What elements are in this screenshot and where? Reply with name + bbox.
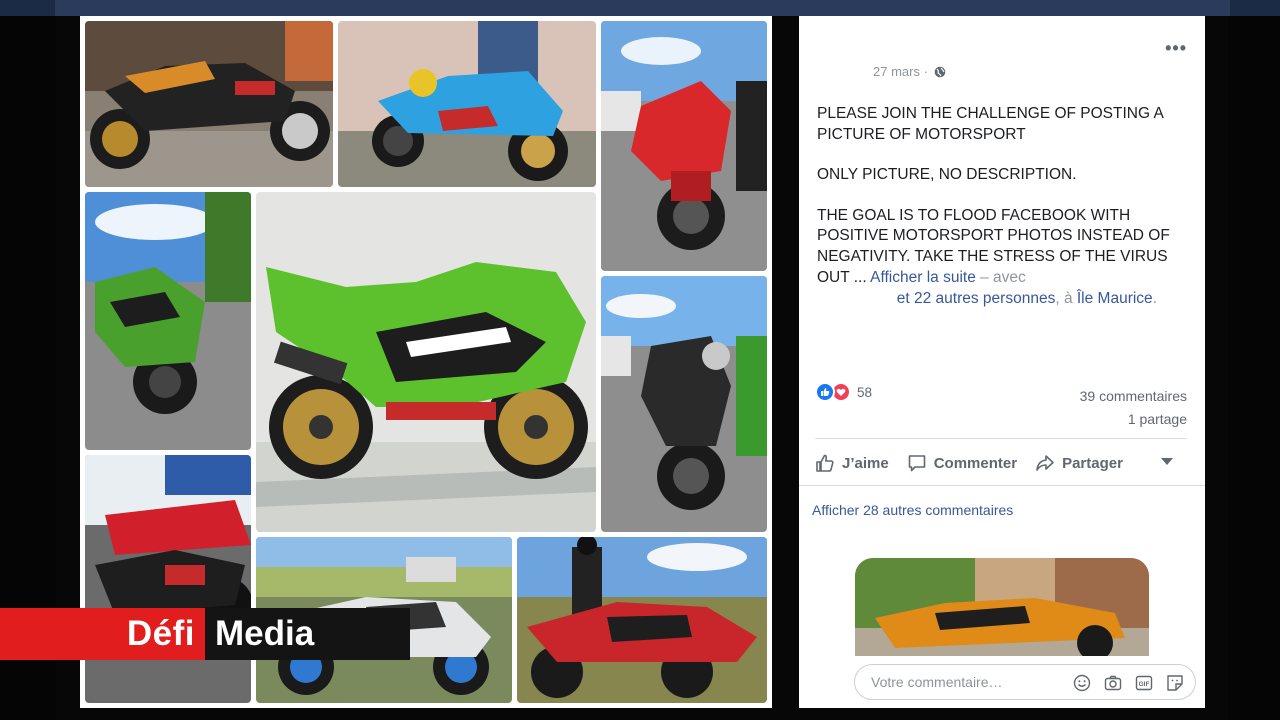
facebook-post-panel: ••• 27 mars · PLEASE JOIN THE CHALLENGE … bbox=[799, 16, 1205, 708]
share-label: Partager bbox=[1062, 454, 1123, 472]
photo-red-car-motorcycle[interactable] bbox=[85, 455, 251, 703]
share-button[interactable]: Partager bbox=[1035, 453, 1123, 473]
separator-dot: · bbox=[923, 64, 928, 79]
post-body: PLEASE JOIN THE CHALLENGE OF POSTING A P… bbox=[817, 104, 1187, 288]
see-more-link[interactable]: Afficher la suite bbox=[870, 269, 976, 286]
motorcycle-image bbox=[601, 21, 767, 271]
comment-label: Commenter bbox=[933, 454, 1018, 472]
motorcycle-image bbox=[338, 21, 596, 187]
tagged-end-dot: . bbox=[1152, 290, 1157, 307]
location-link[interactable]: Île Maurice bbox=[1077, 290, 1153, 307]
location-prefix: , à bbox=[1055, 290, 1073, 307]
post-text-line: ONLY PICTURE, NO DESCRIPTION. bbox=[817, 166, 1077, 184]
comment-composer[interactable]: GIF bbox=[854, 664, 1196, 700]
like-label: J’aime bbox=[842, 454, 889, 472]
with-text: – avec bbox=[980, 268, 1026, 286]
right-backdrop bbox=[1228, 16, 1280, 720]
divider bbox=[799, 485, 1205, 486]
share-arrow-icon bbox=[1036, 455, 1054, 471]
comment-button[interactable]: Commenter bbox=[907, 453, 1017, 473]
like-button[interactable]: J’aime bbox=[815, 453, 889, 473]
tagged-people-link[interactable]: et 22 autres personnes bbox=[897, 290, 1056, 307]
sticker-icon[interactable] bbox=[1165, 673, 1185, 693]
tagged-line: et 22 autres personnes, à Île Maurice. bbox=[817, 288, 1167, 309]
like-reaction-icon bbox=[815, 382, 835, 402]
photo-black-naked-motorcycle[interactable] bbox=[601, 276, 767, 532]
logo-part-dark: Media bbox=[205, 608, 410, 660]
post-timestamp[interactable]: 27 mars · bbox=[873, 64, 946, 79]
motorcycle-image bbox=[85, 192, 251, 450]
post-date[interactable]: 27 mars bbox=[873, 64, 920, 79]
post-actions-bar: J’aime Commenter Partager bbox=[815, 446, 1187, 480]
shares-count-link[interactable]: 1 partage bbox=[1080, 408, 1187, 431]
photo-red-ninja-rider[interactable] bbox=[517, 537, 767, 703]
motorcycle-image bbox=[517, 537, 767, 703]
photo-green-ninja-small[interactable] bbox=[85, 192, 251, 450]
camera-icon[interactable] bbox=[1103, 673, 1123, 693]
photo-collage[interactable] bbox=[80, 16, 772, 708]
comment-input[interactable] bbox=[869, 673, 1058, 691]
photo-green-ninja-zx10r[interactable] bbox=[256, 192, 596, 532]
post-text-line: PLEASE JOIN THE CHALLENGE OF POSTING A P… bbox=[817, 105, 1163, 143]
gif-icon[interactable]: GIF bbox=[1134, 673, 1154, 693]
comment-photo-orange-motorcycle[interactable] bbox=[855, 558, 1149, 656]
thumbs-up-icon bbox=[816, 454, 834, 472]
defi-media-logo: Défi Media bbox=[0, 608, 410, 660]
more-options-icon[interactable]: ••• bbox=[1165, 38, 1187, 59]
comments-count-link[interactable]: 39 commentaires bbox=[1080, 385, 1187, 408]
divider bbox=[815, 438, 1187, 439]
globe-icon[interactable] bbox=[934, 66, 946, 78]
logo-part-red: Défi bbox=[0, 608, 205, 660]
engagement-counts: 39 commentaires 1 partage bbox=[1080, 385, 1187, 431]
svg-text:GIF: GIF bbox=[1139, 681, 1150, 688]
chevron-down-icon[interactable] bbox=[1161, 458, 1173, 465]
view-more-comments-link[interactable]: Afficher 28 autres commentaires bbox=[812, 502, 1013, 518]
facebook-header-strip bbox=[55, 0, 1230, 16]
browser-top-bar bbox=[0, 0, 1280, 16]
photo-black-orange-motorcycle[interactable] bbox=[85, 21, 333, 187]
motorcycle-image bbox=[85, 21, 333, 187]
comment-bubble-icon bbox=[908, 455, 926, 472]
reactions-summary[interactable]: 58 bbox=[815, 382, 872, 402]
photo-blue-motorcycle[interactable] bbox=[338, 21, 596, 187]
motorcycle-image bbox=[601, 276, 767, 532]
photo-red-motorcycle[interactable] bbox=[601, 21, 767, 271]
motorcycle-image bbox=[256, 192, 596, 532]
motorcycle-image bbox=[85, 455, 251, 703]
post-text-line: THE GOAL IS TO FLOOD FACEBOOK WITH POSIT… bbox=[817, 206, 1187, 288]
motorcycle-image bbox=[855, 558, 1149, 656]
composer-icons: GIF bbox=[1061, 673, 1185, 693]
emoji-icon[interactable] bbox=[1072, 673, 1092, 693]
reactions-count: 58 bbox=[857, 384, 873, 400]
